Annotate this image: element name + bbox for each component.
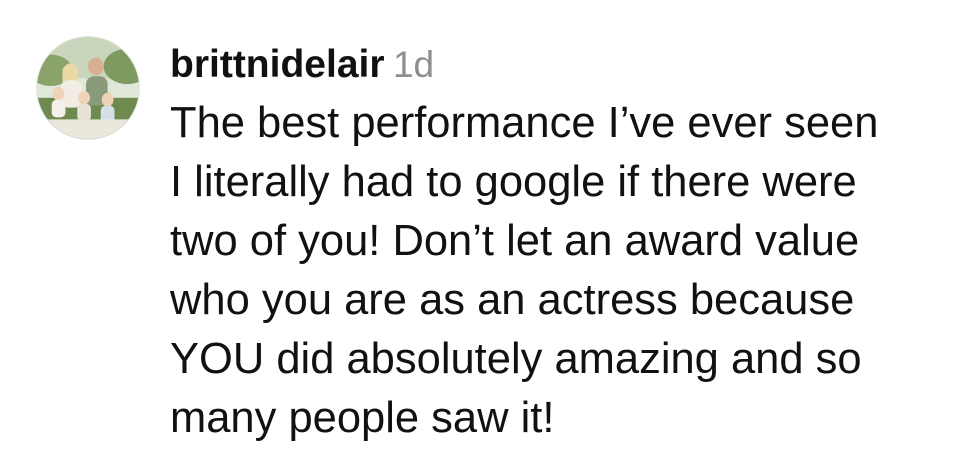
comment-body: brittnidelair 1d The best performance I’…	[170, 36, 970, 448]
family-photo-avatar-icon	[37, 37, 139, 139]
comment: brittnidelair 1d The best performance I’…	[0, 0, 980, 475]
username-link[interactable]: brittnidelair	[170, 43, 385, 86]
comment-line: The best performance I’ve ever seen	[170, 99, 879, 147]
timestamp[interactable]: 1d	[393, 44, 434, 85]
comment-line: who you are as an actress because	[170, 276, 855, 324]
comment-line: two of you! Don’t let an award value	[170, 217, 860, 265]
comment-line: YOU did absolutely amazing and so	[170, 335, 862, 383]
comment-header: brittnidelair 1d	[170, 36, 970, 94]
comment-text: The best performance I’ve ever seen I li…	[170, 94, 970, 448]
comment-line: many people saw it!	[170, 394, 555, 442]
avatar[interactable]	[36, 36, 140, 140]
comment-line: I literally had to google if there were	[170, 158, 857, 206]
